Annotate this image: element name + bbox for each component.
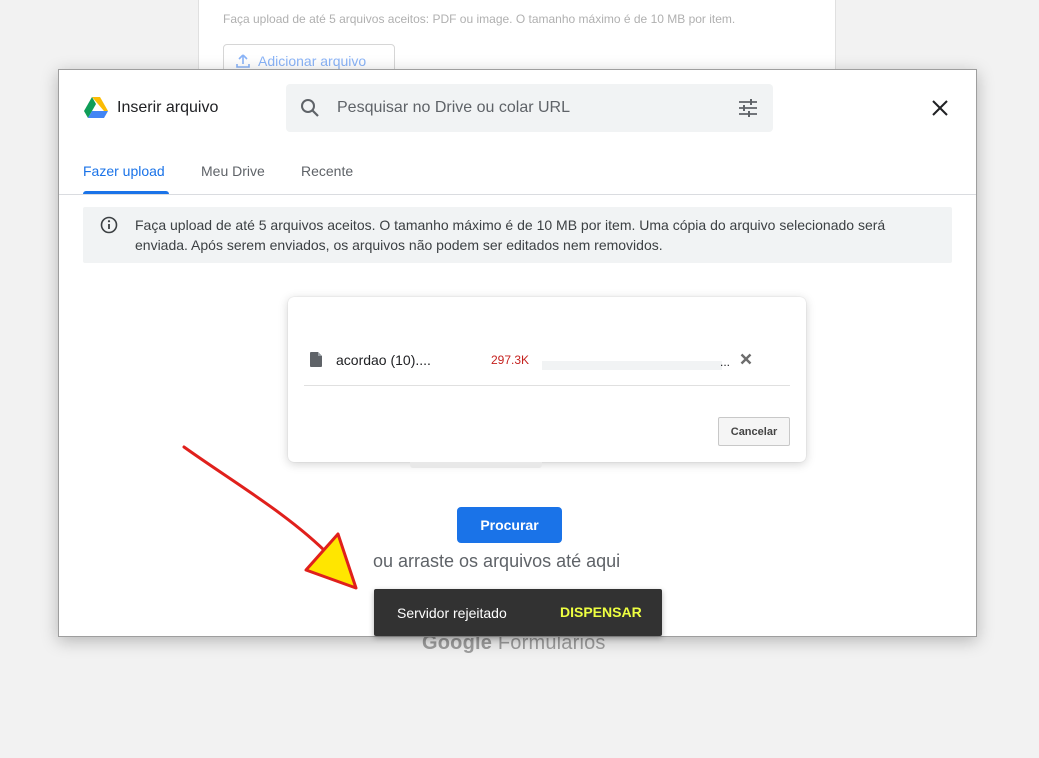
drag-drop-hint: ou arraste os arquivos até aqui xyxy=(373,551,621,571)
browse-button[interactable]: Procurar xyxy=(457,507,562,543)
info-banner: Faça upload de até 5 arquivos aceitos. O… xyxy=(83,207,952,263)
dismiss-button[interactable]: DISPENSAR xyxy=(560,604,642,620)
file-name: acordao (10).... xyxy=(336,352,431,368)
search-icon[interactable] xyxy=(300,98,320,118)
info-text: Faça upload de até 5 arquivos aceitos. O… xyxy=(135,217,886,253)
upload-icon xyxy=(236,54,250,68)
tab-upload[interactable]: Fazer upload xyxy=(83,163,165,179)
search-box xyxy=(286,84,773,132)
file-size: 297.3K xyxy=(491,353,530,367)
background-form-card: Faça upload de até 5 arquivos aceitos: P… xyxy=(198,0,836,78)
google-drive-icon xyxy=(84,97,108,118)
info-icon xyxy=(100,216,118,234)
active-tab-indicator xyxy=(83,191,169,194)
add-file-label: Adicionar arquivo xyxy=(258,53,367,69)
tab-recent[interactable]: Recente xyxy=(301,163,353,179)
file-icon xyxy=(310,352,322,367)
close-icon[interactable] xyxy=(930,98,950,118)
progress-ellipsis: ... xyxy=(720,355,731,369)
cancel-button[interactable]: Cancelar xyxy=(718,417,790,446)
card-shadow-edge xyxy=(410,462,542,468)
tab-my-drive[interactable]: Meu Drive xyxy=(201,163,265,179)
tune-icon[interactable] xyxy=(737,98,759,118)
error-snackbar: Servidor rejeitado DISPENSAR xyxy=(374,589,662,636)
dialog-title: Inserir arquivo xyxy=(117,99,219,116)
search-input[interactable] xyxy=(337,84,717,132)
remove-file-icon[interactable] xyxy=(740,353,752,365)
background-upload-hint: Faça upload de até 5 arquivos aceitos: P… xyxy=(223,12,736,26)
snackbar-message: Servidor rejeitado xyxy=(397,605,507,621)
insert-file-dialog: Inserir arquivo Fazer upload Meu Drive R… xyxy=(58,69,977,637)
upload-progress-card: acordao (10).... 297.3K ... Cancelar xyxy=(288,297,806,462)
card-divider xyxy=(304,385,790,386)
tab-bar: Fazer upload Meu Drive Recente xyxy=(59,145,976,195)
upload-progress-bar xyxy=(542,361,722,370)
